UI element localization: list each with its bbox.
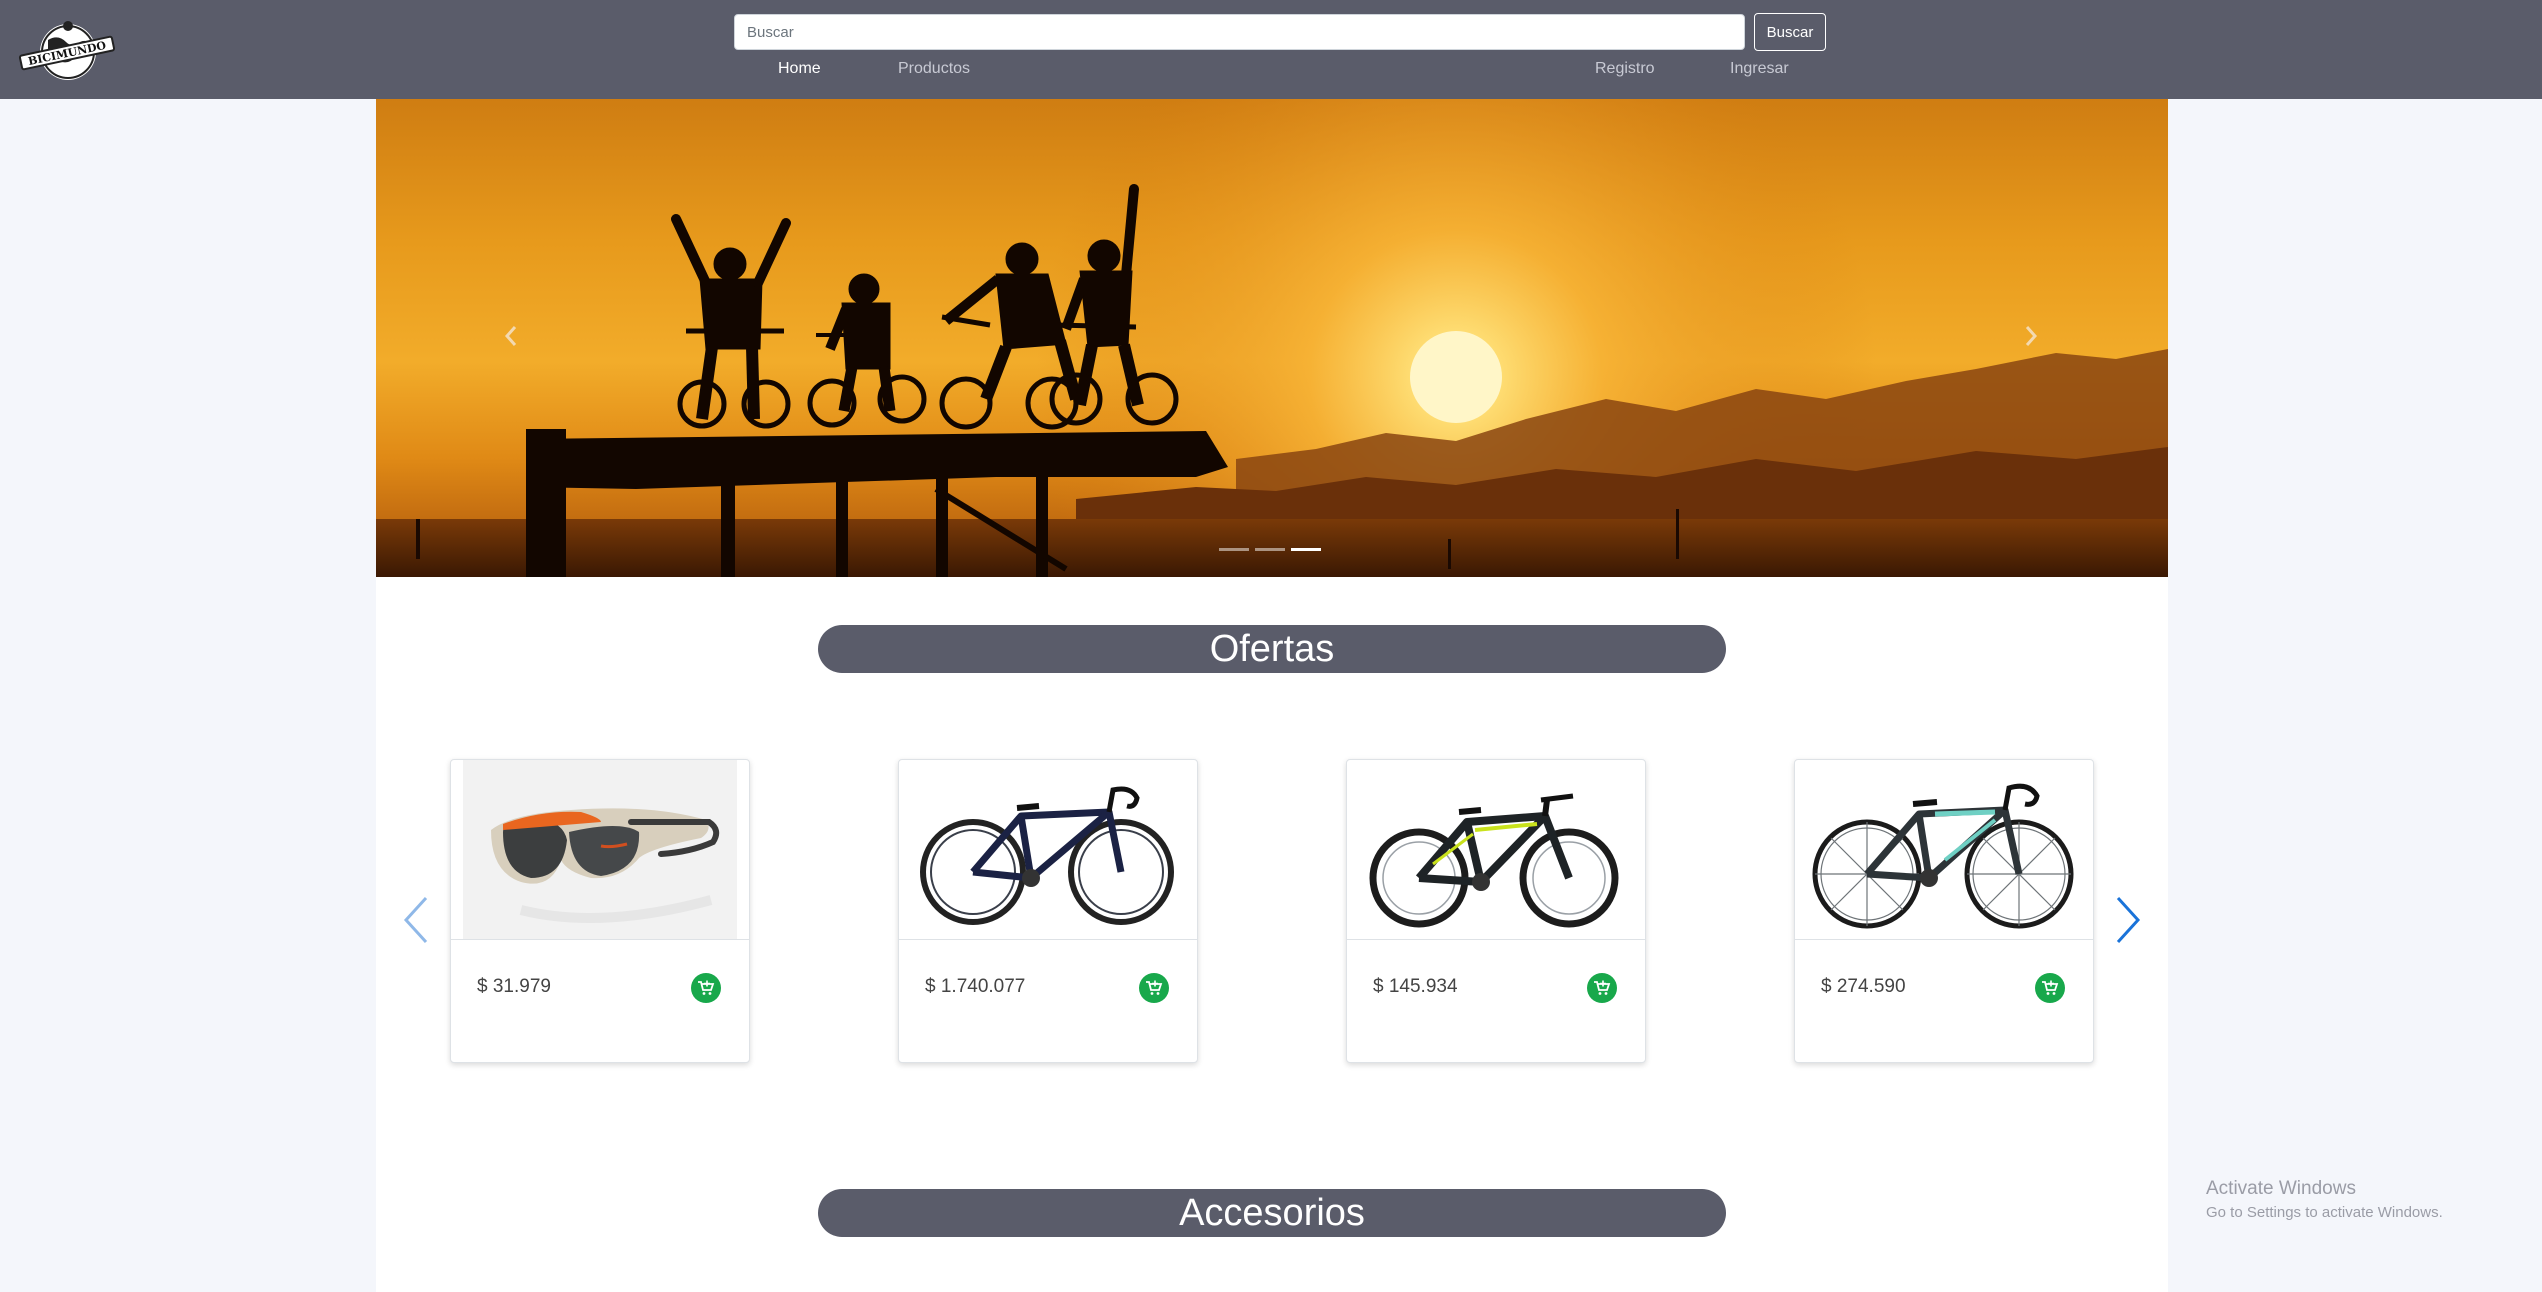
hero-sunset-image bbox=[376, 99, 2168, 577]
windows-activation-watermark: Activate Windows Go to Settings to activ… bbox=[2206, 1178, 2443, 1221]
product-image-road-bike-dark-blue[interactable] bbox=[899, 760, 1197, 940]
carousel-indicator-3[interactable] bbox=[1291, 548, 1321, 551]
nav-register[interactable]: Registro bbox=[1595, 60, 1655, 78]
product-price: $ 1.740.077 bbox=[925, 976, 1026, 997]
activate-windows-subtitle: Go to Settings to activate Windows. bbox=[2206, 1204, 2443, 1221]
carousel-indicator-2[interactable] bbox=[1255, 548, 1285, 551]
cart-plus-icon bbox=[1146, 980, 1163, 995]
carousel-indicators bbox=[1219, 548, 1321, 551]
product-image-sunglasses[interactable] bbox=[451, 760, 749, 940]
nav-login[interactable]: Ingresar bbox=[1730, 60, 1789, 78]
product-card[interactable]: $ 1.740.077 bbox=[898, 759, 1198, 1063]
add-to-cart-button[interactable] bbox=[2035, 973, 2065, 1003]
search-input[interactable] bbox=[734, 14, 1745, 50]
nav-home[interactable]: Home bbox=[778, 60, 821, 78]
product-card[interactable]: $ 145.934 bbox=[1346, 759, 1646, 1063]
nav-products[interactable]: Productos bbox=[898, 60, 970, 78]
add-to-cart-button[interactable] bbox=[1139, 973, 1169, 1003]
carousel-next-button[interactable] bbox=[2016, 321, 2046, 351]
chevron-right-icon bbox=[2025, 326, 2038, 346]
carousel-prev-button[interactable] bbox=[496, 321, 526, 351]
product-card[interactable]: $ 31.979 bbox=[450, 759, 750, 1063]
top-navbar: BICIMUNDO Buscar Home Productos Registro… bbox=[0, 0, 2542, 99]
product-image-road-bike-teal[interactable] bbox=[1795, 760, 2093, 940]
search-button[interactable]: Buscar bbox=[1754, 13, 1826, 51]
product-price: $ 274.590 bbox=[1821, 976, 1906, 997]
hero-carousel bbox=[376, 99, 2168, 577]
product-price: $ 145.934 bbox=[1373, 976, 1458, 997]
bicimundo-logo[interactable]: BICIMUNDO bbox=[18, 12, 116, 84]
product-image-mountain-bike[interactable] bbox=[1347, 760, 1645, 940]
add-to-cart-button[interactable] bbox=[691, 973, 721, 1003]
cart-plus-icon bbox=[698, 980, 715, 995]
offers-prev-arrow[interactable] bbox=[396, 892, 436, 948]
cart-plus-icon bbox=[1594, 980, 1611, 995]
product-price: $ 31.979 bbox=[477, 976, 551, 997]
offers-next-arrow[interactable] bbox=[2108, 892, 2148, 948]
product-card[interactable]: $ 274.590 bbox=[1794, 759, 2094, 1063]
accessories-section-title: Accesorios bbox=[818, 1189, 1726, 1237]
activate-windows-title: Activate Windows bbox=[2206, 1178, 2356, 1199]
add-to-cart-button[interactable] bbox=[1587, 973, 1617, 1003]
offers-section-title: Ofertas bbox=[818, 625, 1726, 673]
carousel-indicator-1[interactable] bbox=[1219, 548, 1249, 551]
chevron-left-icon bbox=[504, 326, 517, 346]
cart-plus-icon bbox=[2042, 980, 2059, 995]
